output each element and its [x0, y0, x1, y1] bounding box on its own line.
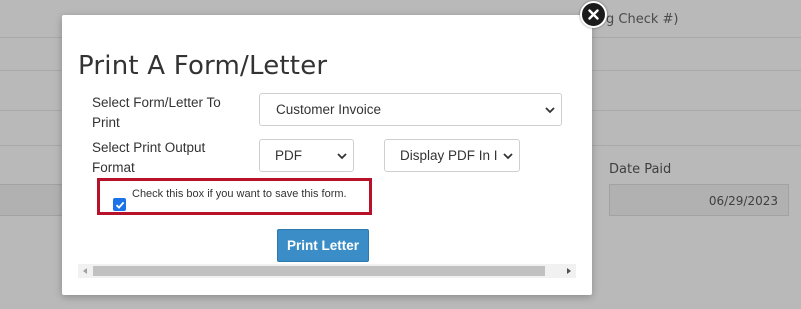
close-modal-button[interactable]	[580, 1, 607, 28]
output-format-select[interactable]: PDF	[259, 139, 354, 172]
form-letter-select[interactable]: Customer Invoice	[259, 93, 562, 126]
date-paid-field: 06/29/2023	[609, 184, 789, 216]
save-form-checkbox[interactable]	[113, 198, 126, 211]
output-format-label: Select Print Output Format	[92, 140, 206, 175]
scrollbar-thumb[interactable]	[93, 266, 545, 276]
checkmark-icon	[115, 201, 124, 209]
save-form-checkbox-label: Check this box if you want to save this …	[132, 188, 347, 200]
output-format-select-value: PDF	[275, 148, 302, 163]
display-mode-select[interactable]: Display PDF In I	[384, 139, 520, 172]
chevron-down-icon	[337, 153, 347, 160]
form-letter-select-value: Customer Invoice	[276, 102, 382, 117]
close-icon	[588, 9, 599, 20]
triangle-right-icon[interactable]	[565, 267, 573, 275]
save-form-highlight: Check this box if you want to save this …	[97, 178, 372, 215]
background-field	[0, 184, 62, 216]
print-form-modal: Print A Form/Letter Select Form/Letter T…	[62, 15, 592, 295]
form-letter-label: Select Form/Letter To Print	[92, 95, 221, 130]
background-column-heading: g Check #)	[606, 12, 679, 27]
horizontal-scrollbar[interactable]	[78, 264, 576, 278]
triangle-left-icon[interactable]	[81, 267, 89, 275]
modal-title: Print A Form/Letter	[78, 51, 328, 81]
chevron-down-icon	[503, 153, 513, 160]
print-letter-button[interactable]: Print Letter	[277, 229, 369, 262]
date-paid-label: Date Paid	[609, 162, 672, 177]
chevron-down-icon	[545, 107, 555, 114]
display-mode-select-value: Display PDF In I	[400, 148, 498, 163]
